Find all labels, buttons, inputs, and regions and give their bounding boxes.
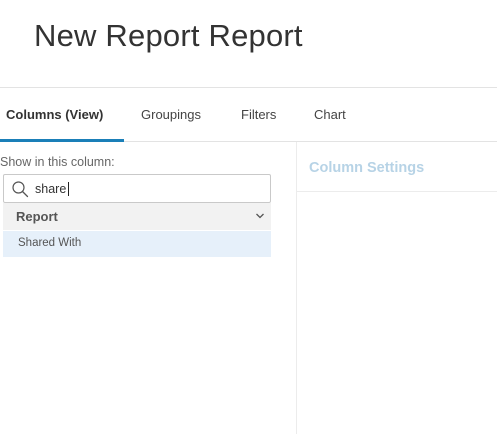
tab-bar: Columns (View) Groupings Filters Chart [0, 87, 497, 142]
column-settings-panel: Column Settings [296, 142, 497, 434]
list-item-label: Shared With [18, 237, 82, 249]
chevron-down-icon [256, 213, 264, 219]
tab-filters[interactable]: Filters [241, 88, 276, 142]
columns-panel: Show in this column: Report Shared With [0, 142, 296, 434]
search-input[interactable] [35, 178, 263, 199]
tab-chart[interactable]: Chart [314, 88, 346, 142]
report-group-header[interactable]: Report [3, 203, 271, 230]
page-title: New Report Report [34, 18, 303, 53]
search-field[interactable] [3, 174, 271, 203]
list-item-shared-with[interactable]: Shared With [3, 231, 271, 257]
text-cursor [68, 182, 69, 196]
search-icon [12, 181, 29, 198]
tab-groupings[interactable]: Groupings [141, 88, 201, 142]
column-settings-title: Column Settings [309, 160, 425, 176]
column-settings-header: Column Settings [297, 142, 497, 192]
show-in-column-label: Show in this column: [0, 155, 115, 169]
tab-columns-view[interactable]: Columns (View) [6, 88, 103, 142]
group-label: Report [16, 209, 58, 224]
